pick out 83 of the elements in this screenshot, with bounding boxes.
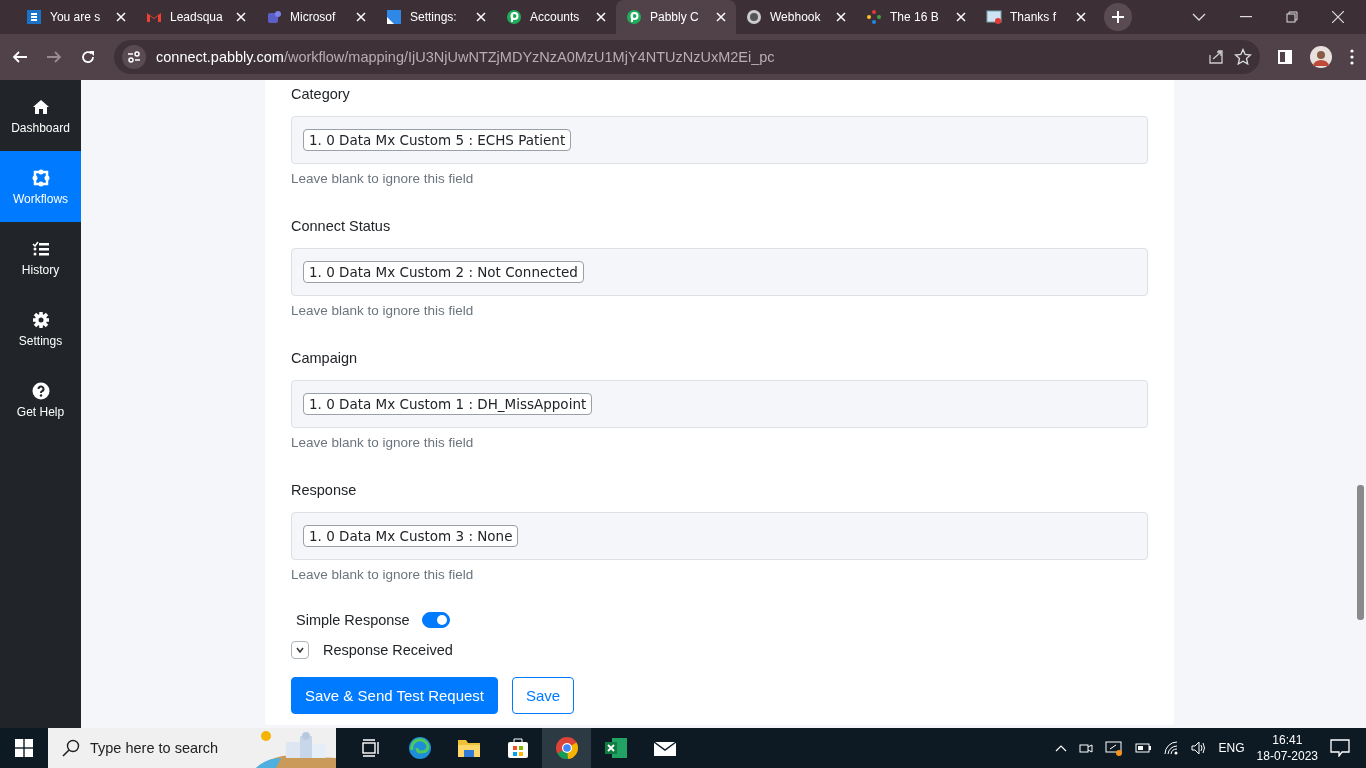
- restore-icon[interactable]: [1286, 11, 1298, 23]
- notification-icon[interactable]: [1330, 739, 1350, 757]
- task-view-icon[interactable]: [360, 739, 381, 757]
- browser-tab[interactable]: Settings:: [376, 0, 496, 34]
- sidebar-item[interactable]: Get Help: [0, 364, 81, 435]
- field-hint: Leave blank to ignore this field: [291, 435, 475, 450]
- browser-tab[interactable]: Microsof: [256, 0, 376, 34]
- search-icon: [62, 739, 80, 757]
- spreadsheet-icon[interactable]: [603, 737, 628, 759]
- chevron-icon: [296, 647, 304, 653]
- browser-tab[interactable]: Thanks f: [976, 0, 1096, 34]
- field-label: Campaign: [291, 349, 359, 368]
- page-icon: [386, 9, 402, 25]
- toggle-switch[interactable]: [421, 612, 450, 628]
- back-icon[interactable]: [12, 49, 28, 65]
- sidebar-item[interactable]: Workflows: [0, 151, 81, 222]
- monitor-icon: [986, 9, 1002, 25]
- folder-icon[interactable]: [456, 738, 481, 758]
- plus-icon: [1111, 10, 1125, 24]
- battery-icon[interactable]: [1134, 743, 1151, 753]
- toggle-label: Simple Response: [296, 612, 410, 628]
- scrollbar-thumb[interactable]: [1357, 485, 1364, 620]
- site-info-icon[interactable]: [122, 45, 146, 69]
- new-tab-button[interactable]: [1104, 3, 1132, 31]
- flower-icon: [866, 9, 882, 25]
- save-button[interactable]: Save: [512, 677, 575, 714]
- field-hint: Leave blank to ignore this field: [291, 303, 475, 318]
- language-indicator[interactable]: ENG: [1218, 741, 1245, 755]
- p-logo-icon: [506, 9, 522, 25]
- workflow-icon: [30, 167, 51, 188]
- field-label: Connect Status: [291, 217, 392, 236]
- side-panel-icon[interactable]: [1278, 50, 1292, 64]
- mail-icon[interactable]: [652, 739, 677, 757]
- mapped-value-tag[interactable]: 1. 0 Data Mx Custom 2 : Not Connected: [303, 261, 584, 283]
- section-title: Response Received: [323, 642, 453, 658]
- close-icon[interactable]: [1332, 11, 1344, 23]
- p-logo-icon: [626, 9, 642, 25]
- menu-icon[interactable]: [1350, 49, 1354, 65]
- teams-icon: [266, 9, 282, 25]
- store-icon[interactable]: [506, 737, 529, 759]
- forward-icon[interactable]: [46, 49, 62, 65]
- input-field[interactable]: 1. 0 Data Mx Custom 5 : ECHS Patient: [291, 116, 1148, 164]
- field-label: Category: [291, 85, 351, 104]
- chevron-down-icon[interactable]: [1192, 12, 1206, 22]
- share-icon[interactable]: [1208, 49, 1224, 65]
- settings-icon: [30, 309, 51, 330]
- input-field[interactable]: 1. 0 Data Mx Custom 2 : Not Connected: [291, 248, 1148, 296]
- mapped-value-tag[interactable]: 1. 0 Data Mx Custom 5 : ECHS Patient: [303, 129, 572, 151]
- tab-logo-icon: [26, 9, 42, 25]
- chrome-icon[interactable]: [554, 736, 579, 760]
- sidebar-item[interactable]: Settings: [0, 293, 81, 364]
- windows-start-icon[interactable]: [15, 739, 33, 757]
- send-test-button[interactable]: Save & Send Test Request: [291, 677, 498, 714]
- taskbar-search-field[interactable]: Type here to search: [48, 728, 336, 768]
- reload-icon[interactable]: [80, 49, 96, 65]
- browser-tab[interactable]: Leadsqua: [136, 0, 256, 34]
- browser-tab[interactable]: Webhook: [736, 0, 856, 34]
- avatar-icon[interactable]: [1310, 46, 1332, 68]
- edge-icon[interactable]: [407, 736, 432, 760]
- input-field[interactable]: 1. 0 Data Mx Custom 1 : DH_MissAppoint: [291, 380, 1148, 428]
- input-field[interactable]: 1. 0 Data Mx Custom 3 : None: [291, 512, 1148, 560]
- sidebar-item[interactable]: History: [0, 222, 81, 293]
- sync-icon[interactable]: [1104, 740, 1123, 756]
- sidebar-item[interactable]: Dashboard: [0, 80, 81, 151]
- browser-tab[interactable]: You are s: [16, 0, 136, 34]
- browser-tab[interactable]: Accounts: [496, 0, 616, 34]
- mapped-value-tag[interactable]: 1. 0 Data Mx Custom 1 : DH_MissAppoint: [303, 393, 593, 415]
- wifi-icon[interactable]: [1162, 741, 1179, 755]
- mapped-value-tag[interactable]: 1. 0 Data Mx Custom 3 : None: [303, 525, 519, 547]
- volume-icon[interactable]: [1190, 741, 1207, 755]
- minimize-icon[interactable]: [1240, 16, 1252, 18]
- field-hint: Leave blank to ignore this field: [291, 567, 475, 582]
- expand-toggle[interactable]: [291, 641, 309, 659]
- field-label: Response: [291, 481, 358, 500]
- camera-icon[interactable]: [1078, 741, 1093, 755]
- webhook-icon: [746, 9, 762, 25]
- clock[interactable]: 16:41 18-07-2023: [1256, 732, 1318, 764]
- star-icon[interactable]: [1234, 48, 1252, 66]
- browser-tab[interactable]: Pabbly C: [616, 0, 736, 34]
- chevron-up-icon[interactable]: [1054, 744, 1067, 752]
- help-icon: [30, 380, 51, 401]
- field-hint: Leave blank to ignore this field: [291, 171, 475, 186]
- browser-tab[interactable]: The 16 B: [856, 0, 976, 34]
